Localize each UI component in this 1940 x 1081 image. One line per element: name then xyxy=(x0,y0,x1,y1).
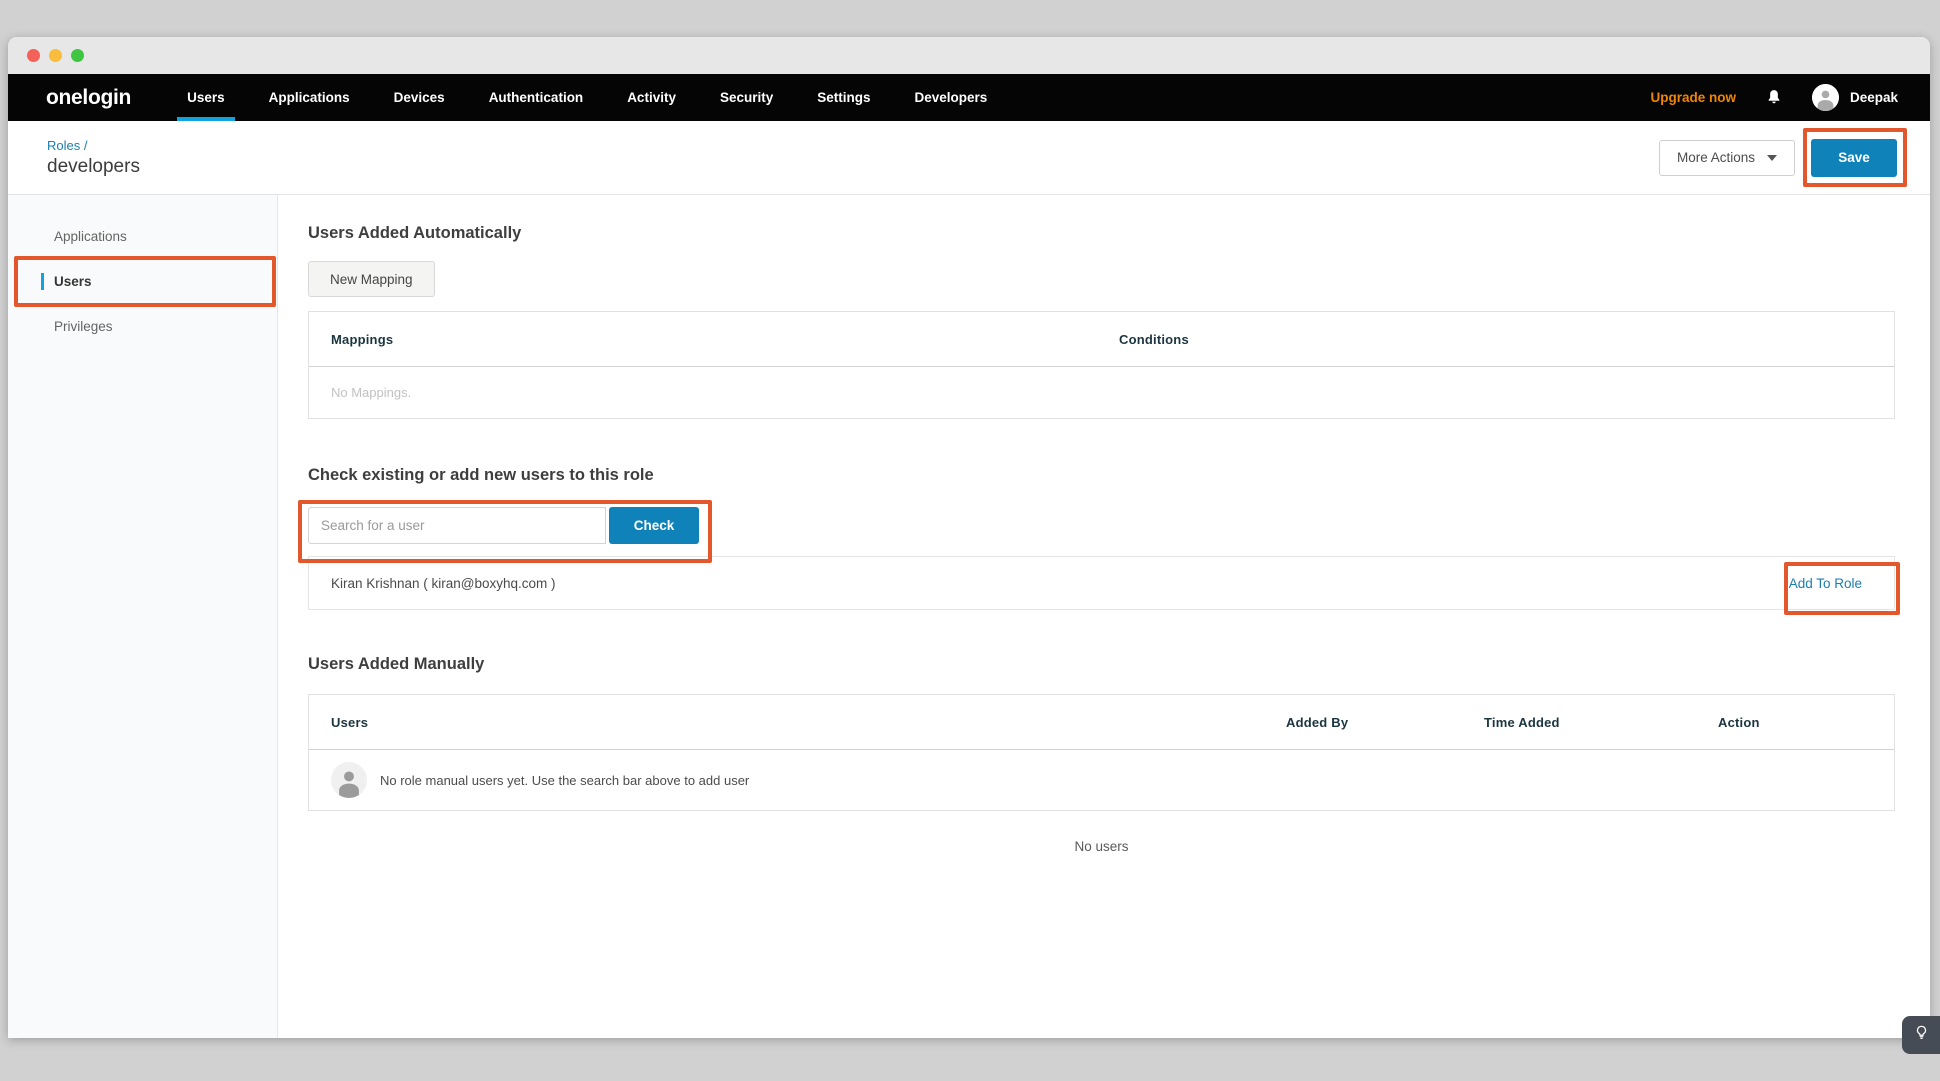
section-title-check-users: Check existing or add new users to this … xyxy=(308,466,1895,485)
active-indicator-bar xyxy=(41,273,44,290)
nav-tab-authentication[interactable]: Authentication xyxy=(479,74,594,121)
column-header-conditions: Conditions xyxy=(1119,332,1894,347)
section-title-users-added-manually: Users Added Manually xyxy=(308,655,1895,674)
user-search-result-row: Kiran Krishnan ( kiran@boxyhq.com ) Add … xyxy=(308,556,1895,610)
close-window-icon[interactable] xyxy=(27,49,40,62)
onelogin-logo: onelogin xyxy=(46,74,131,121)
lightbulb-icon xyxy=(1912,1023,1931,1047)
sidebar-item-applications[interactable]: Applications xyxy=(8,214,277,259)
more-actions-button[interactable]: More Actions xyxy=(1659,140,1795,176)
breadcrumb-roles-link[interactable]: Roles / xyxy=(47,138,140,153)
account-name: Deepak xyxy=(1850,90,1898,105)
nav-tab-devices[interactable]: Devices xyxy=(384,74,455,121)
column-header-action: Action xyxy=(1718,715,1894,730)
nav-tab-users[interactable]: Users xyxy=(177,74,235,121)
sidebar-item-users[interactable]: Users xyxy=(8,259,277,304)
no-users-label: No users xyxy=(308,839,1895,854)
window-titlebar xyxy=(8,37,1930,74)
account-menu[interactable]: Deepak xyxy=(1812,84,1898,111)
main-panel: Users Added Automatically New Mapping Ma… xyxy=(278,195,1930,1038)
nav-tab-settings[interactable]: Settings xyxy=(807,74,880,121)
nav-tab-applications[interactable]: Applications xyxy=(259,74,360,121)
minimize-window-icon[interactable] xyxy=(49,49,62,62)
help-lightbulb-button[interactable] xyxy=(1902,1016,1940,1054)
save-button[interactable]: Save xyxy=(1811,139,1897,177)
add-to-role-link[interactable]: Add To Role xyxy=(1789,576,1862,591)
nav-tab-activity[interactable]: Activity xyxy=(617,74,686,121)
manual-users-table: Users Added By Time Added Action No role… xyxy=(308,694,1895,811)
result-user-label: Kiran Krishnan ( kiran@boxyhq.com ) xyxy=(331,576,556,591)
new-mapping-button[interactable]: New Mapping xyxy=(308,261,435,297)
role-sidebar: Applications Users Privileges xyxy=(8,195,278,1038)
nav-menu: Users Applications Devices Authenticatio… xyxy=(177,74,1021,121)
page-header: Roles / developers More Actions Save xyxy=(8,121,1930,195)
notifications-bell-icon[interactable] xyxy=(1764,88,1784,108)
upgrade-now-link[interactable]: Upgrade now xyxy=(1650,90,1736,105)
manual-users-empty-row: No role manual users yet. Use the search… xyxy=(309,750,1894,810)
sidebar-item-privileges[interactable]: Privileges xyxy=(8,304,277,349)
nav-tab-security[interactable]: Security xyxy=(710,74,783,121)
mappings-table: Mappings Conditions No Mappings. xyxy=(308,311,1895,419)
app-window: onelogin Users Applications Devices Auth… xyxy=(8,37,1930,1038)
user-avatar-icon xyxy=(1812,84,1839,111)
top-navbar: onelogin Users Applications Devices Auth… xyxy=(8,74,1930,121)
section-title-users-added-automatically: Users Added Automatically xyxy=(308,224,1895,243)
column-header-users: Users xyxy=(309,715,1286,730)
mappings-empty-row: No Mappings. xyxy=(309,367,1894,418)
nav-tab-developers[interactable]: Developers xyxy=(905,74,998,121)
user-search-input[interactable] xyxy=(308,507,606,544)
page-title: developers xyxy=(47,156,140,178)
column-header-time-added: Time Added xyxy=(1484,715,1718,730)
check-button[interactable]: Check xyxy=(609,507,699,544)
column-header-added-by: Added By xyxy=(1286,715,1484,730)
placeholder-avatar-icon xyxy=(331,762,367,798)
chevron-down-icon xyxy=(1767,155,1777,161)
zoom-window-icon[interactable] xyxy=(71,49,84,62)
column-header-mappings: Mappings xyxy=(309,332,1119,347)
